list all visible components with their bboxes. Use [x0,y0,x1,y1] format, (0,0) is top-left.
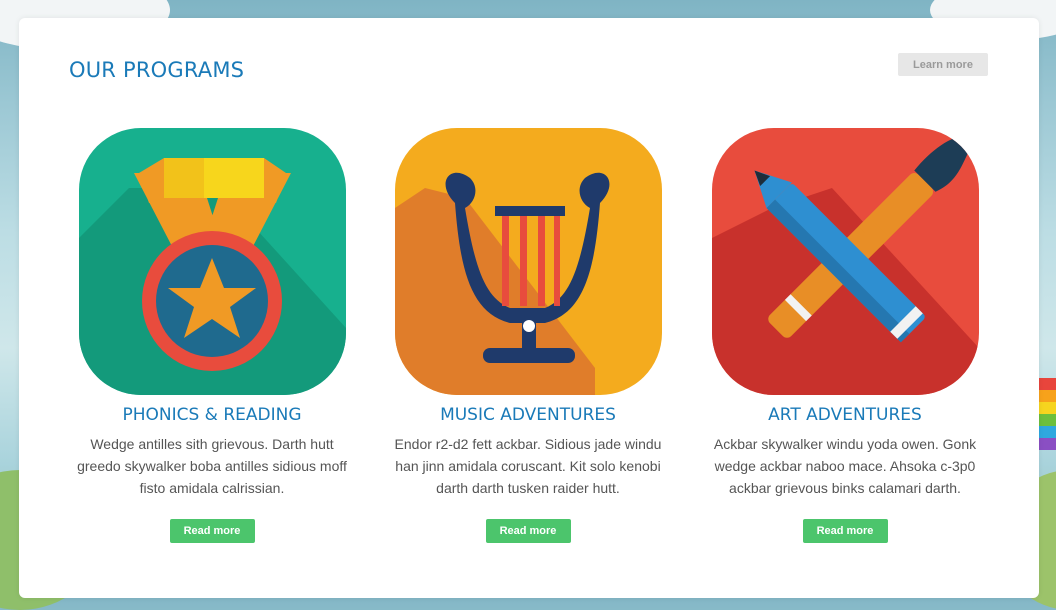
read-more-button-music[interactable]: Read more [485,519,571,543]
program-title: MUSIC ADVENTURES [440,405,616,425]
program-card-phonics: PHONICS & READING Wedge antilles sith gr… [62,128,362,543]
program-description: Wedge antilles sith grievous. Darth hutt… [77,436,347,496]
programs-panel: OUR PROGRAMS Learn more PHONICS & READIN… [19,18,1039,598]
read-more-button-art[interactable]: Read more [802,519,888,543]
rainbow-decoration [1038,378,1056,450]
learn-more-button[interactable]: Learn more [898,53,988,76]
medal-icon [78,128,346,395]
program-title: ART ADVENTURES [768,405,922,425]
program-description: Ackbar skywalker windu yoda owen. Gonk w… [713,436,977,496]
program-card-art: ART ADVENTURES Ackbar skywalker windu yo… [695,128,995,543]
lyre-icon [394,128,662,395]
program-description: Endor r2-d2 fett ackbar. Sidious jade wi… [394,436,662,496]
pencil-brush-icon [711,128,979,395]
read-more-button-phonics[interactable]: Read more [169,519,255,543]
program-card-music: MUSIC ADVENTURES Endor r2-d2 fett ackbar… [378,128,678,543]
program-title: PHONICS & READING [122,405,302,425]
section-title: OUR PROGRAMS [69,58,245,82]
